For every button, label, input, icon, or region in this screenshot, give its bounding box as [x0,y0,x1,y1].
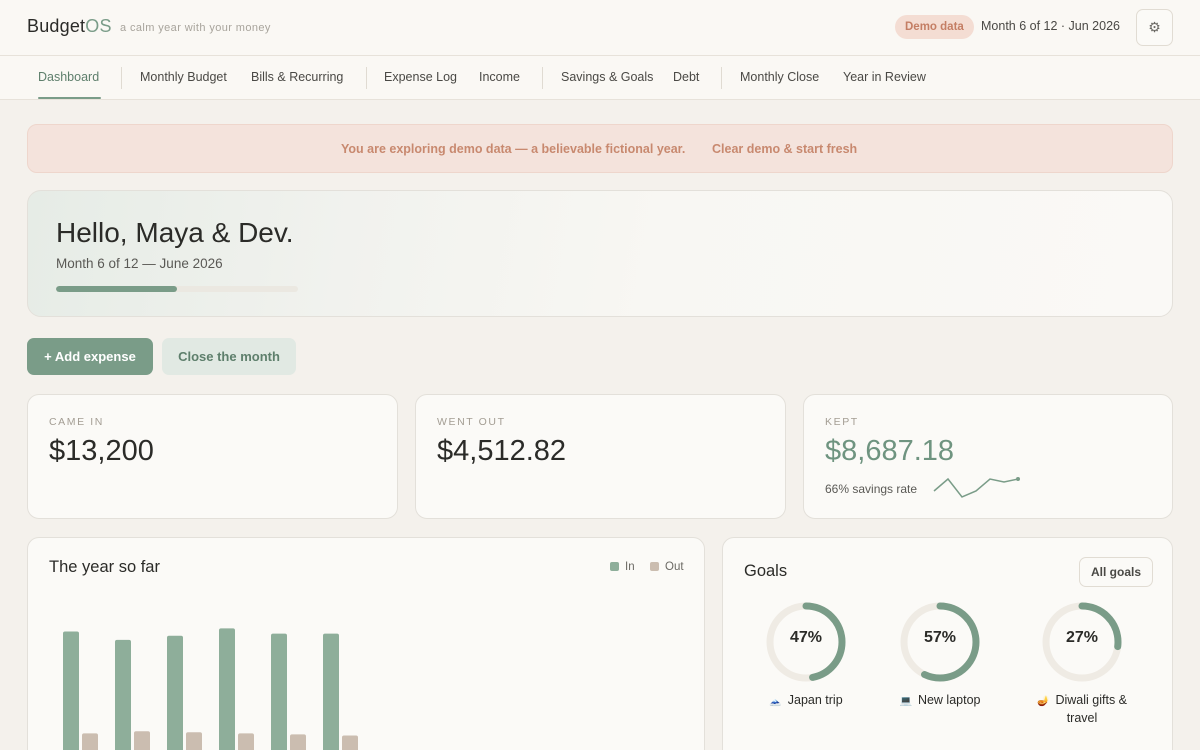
settings-button[interactable]: ⚙ [1136,9,1173,46]
brand-accent: OS [85,16,112,36]
year-bar-chart [63,628,358,750]
goals-title: Goals [744,562,788,580]
savings-trend-sparkline [933,477,1020,498]
goal-name: Diwali gifts & travel [1055,693,1127,725]
mountain-icon: 🗻 [769,696,782,707]
tab-income[interactable]: Income [479,70,520,84]
bar-in-3[interactable] [167,635,183,750]
year-chart-card: The year so far In Out [27,537,705,750]
came-in-label: CAME IN [49,416,104,428]
laptop-icon: 💻 [899,696,912,707]
tab-bills-recurring[interactable]: Bills & Recurring [251,70,343,84]
goals-card: Goals All goals 47% 🗻 Japan trip 57% 💻 New… [722,537,1173,750]
gear-icon: ⚙ [1148,19,1161,35]
came-in-card: CAME IN $13,200 [27,394,398,519]
tab-debt[interactable]: Debt [673,70,699,84]
tab-savings-goals[interactable]: Savings & Goals [561,70,653,84]
bar-out-6[interactable] [342,735,358,750]
goal-percent: 27% [1065,629,1099,646]
greeting-title: Hello, Maya & Dev. [56,217,294,248]
nav-divider [542,67,543,89]
went-out-label: WENT OUT [437,416,506,428]
diya-icon: 🪔 [1037,696,1050,707]
goal-percent: 57% [923,629,957,646]
brand-main: Budget [27,16,86,36]
bar-out-2[interactable] [134,731,150,750]
tagline: a calm year with your money [120,22,271,34]
sparkline-path [933,477,1019,498]
goal-name: New laptop [917,693,981,707]
bar-out-4[interactable] [238,733,254,750]
bar-out-5[interactable] [290,734,306,750]
demo-banner: You are exploring demo data — a believab… [27,124,1173,173]
bar-in-6[interactable] [323,633,339,750]
brand-logo[interactable]: BudgetOS [27,16,112,37]
tab-expense-log[interactable]: Expense Log [384,70,457,84]
tab-year-in-review[interactable]: Year in Review [843,70,926,84]
bar-in-1[interactable] [63,631,79,750]
nav-divider [721,67,722,89]
all-goals-button[interactable]: All goals [1079,557,1153,587]
year-progress-fill [56,286,177,292]
kept-value: $8,687.18 [825,435,955,467]
kept-card: KEPT $8,687.18 66% savings rate [803,394,1173,519]
bar-in-5[interactable] [271,633,287,750]
main-nav: Dashboard Monthly Budget Bills & Recurri… [0,56,1200,100]
greeting-card: Hello, Maya & Dev. Month 6 of 12 — June … [27,190,1173,317]
goal-label: 🗻 Japan trip [746,692,866,710]
kept-label: KEPT [825,416,859,428]
close-month-button[interactable]: Close the month [162,338,296,375]
tab-monthly-close[interactable]: Monthly Close [740,70,819,84]
bar-out-1[interactable] [82,733,98,750]
went-out-value: $4,512.82 [437,435,567,467]
goal-percent: 47% [789,629,823,646]
tab-dashboard[interactable]: Dashboard [38,70,99,84]
nav-divider [121,67,122,89]
went-out-card: WENT OUT $4,512.82 [415,394,786,519]
bar-in-4[interactable] [219,628,235,750]
nav-divider [366,67,367,89]
demo-banner-message: You are exploring demo data — a believab… [341,142,686,156]
bar-out-3[interactable] [186,732,202,750]
greeting-subtitle: Month 6 of 12 — June 2026 [56,256,223,271]
goal-name: Japan trip [787,693,843,707]
goal-label: 🪔 Diwali gifts & travel [1022,692,1142,726]
demo-data-badge: Demo data [895,15,974,39]
sparkline-end-dot [1016,477,1020,481]
goal-label: 💻 New laptop [880,692,1000,710]
active-tab-indicator [38,97,101,99]
bar-in-2[interactable] [115,639,131,750]
savings-rate: 66% savings rate [825,482,918,496]
month-status: Month 6 of 12 · Jun 2026 [981,19,1120,33]
year-progress-bar [56,286,298,292]
add-expense-button[interactable]: + Add expense [27,338,153,375]
tab-monthly-budget[interactable]: Monthly Budget [140,70,227,84]
clear-demo-link[interactable]: Clear demo & start fresh [712,142,857,156]
app-header: BudgetOS a calm year with your money Dem… [0,0,1200,56]
came-in-value: $13,200 [49,435,154,467]
